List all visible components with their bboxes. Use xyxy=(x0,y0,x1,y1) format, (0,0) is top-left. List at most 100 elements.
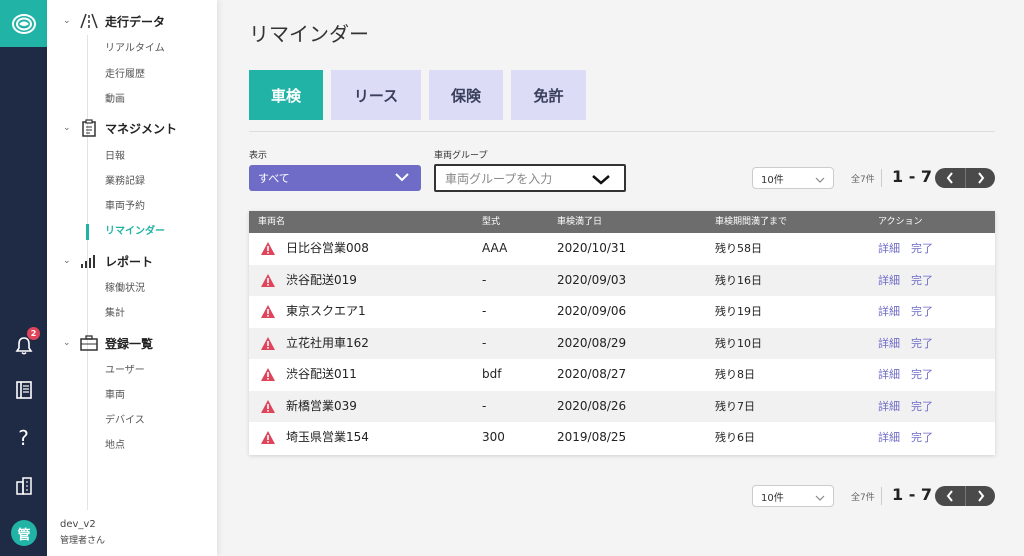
sidebar-item-work-record[interactable]: 業務記録 xyxy=(105,175,145,189)
detail-link[interactable]: 詳細 xyxy=(878,359,900,390)
table-row: 渋谷配送019 - 2020/09/03 残り16日 詳細 完了 xyxy=(249,264,995,296)
sidebar-item-operation-status[interactable]: 稼働状況 xyxy=(105,282,145,296)
help-icon[interactable]: ? xyxy=(0,422,47,454)
tab-license[interactable]: 免許 xyxy=(511,70,586,120)
chevron-down-icon: ⌄ xyxy=(63,338,71,348)
chevron-down-icon xyxy=(592,174,610,188)
sidebar-item-vehicle-reservation[interactable]: 車両予約 xyxy=(105,200,145,214)
cell-expiry-date: 2020/08/29 xyxy=(557,335,627,350)
notification-badge: 2 xyxy=(27,327,40,340)
detail-link[interactable]: 詳細 xyxy=(878,422,900,453)
next-page-button[interactable] xyxy=(965,486,995,506)
separator xyxy=(881,169,882,187)
detail-link[interactable]: 詳細 xyxy=(878,391,900,422)
active-indicator xyxy=(86,224,89,240)
total-count: 全7件 xyxy=(851,175,875,185)
sidebar-item-summary[interactable]: 集計 xyxy=(105,307,125,321)
bar-chart-icon xyxy=(79,251,99,271)
display-filter-label: 表示 xyxy=(249,151,268,161)
page-range-bottom: 1 - 7 xyxy=(892,485,933,504)
chevron-down-icon: ⌄ xyxy=(63,256,71,266)
display-filter-select[interactable]: すべて xyxy=(249,165,421,191)
cell-vehicle-name: 日比谷営業008 xyxy=(286,241,369,255)
briefcase-icon xyxy=(79,333,99,353)
user-name: dev_v2 xyxy=(60,519,96,530)
per-page-select-bottom[interactable]: 10件 xyxy=(752,485,834,507)
sidebar-item-users[interactable]: ユーザー xyxy=(105,364,145,378)
per-page-select[interactable]: 10件 xyxy=(752,167,834,189)
cell-vehicle-name: 埼玉県営業154 xyxy=(286,430,369,444)
cell-expiry-date: 2020/08/27 xyxy=(557,367,627,381)
cell-expiry-date: 2020/09/03 xyxy=(557,272,627,287)
tab-inspection[interactable]: 車検 xyxy=(249,70,323,120)
cell-remaining: 残り8日 xyxy=(715,368,755,381)
chevron-down-icon: ⌄ xyxy=(63,16,71,26)
cell-expiry-date: 2020/08/26 xyxy=(557,398,627,413)
sidebar-item-video[interactable]: 動画 xyxy=(105,93,125,107)
warning-icon xyxy=(260,273,276,288)
sidebar: ⌄ 走行データ リアルタイム 走行履歴 動画 ⌄ マネジメント 日報 業務記録 … xyxy=(47,0,217,556)
cell-model: AAA xyxy=(482,241,508,255)
complete-link[interactable]: 完了 xyxy=(911,359,933,390)
header-vehicle-name: 車両名 xyxy=(258,217,286,227)
warning-icon xyxy=(260,304,276,319)
cell-model: 300 xyxy=(482,430,505,444)
sidebar-item-realtime[interactable]: リアルタイム xyxy=(105,42,165,56)
group-filter-label: 車両グループ xyxy=(434,151,488,161)
detail-link[interactable]: 詳細 xyxy=(878,265,900,296)
warning-icon xyxy=(260,336,276,351)
sidebar-item-locations[interactable]: 地点 xyxy=(105,439,125,453)
detail-link[interactable]: 詳細 xyxy=(878,296,900,327)
divider xyxy=(249,131,995,132)
sidebar-item-daily-report[interactable]: 日報 xyxy=(105,150,125,164)
detail-link[interactable]: 詳細 xyxy=(878,328,900,359)
table-row: 渋谷配送011 bdf 2020/08/27 残り8日 詳細 完了 xyxy=(249,359,995,390)
cell-model: - xyxy=(482,272,487,287)
complete-link[interactable]: 完了 xyxy=(911,391,933,422)
app-logo-icon[interactable] xyxy=(0,0,47,47)
page-range: 1 - 7 xyxy=(892,167,933,186)
sidebar-tree-line xyxy=(87,35,88,510)
cell-vehicle-name: 立花社用車162 xyxy=(286,335,369,350)
sidebar-section-registry[interactable]: ⌄ 登録一覧 xyxy=(63,333,153,353)
complete-link[interactable]: 完了 xyxy=(911,328,933,359)
prev-page-button[interactable] xyxy=(935,486,965,506)
reminder-table: 車両名 型式 車検満了日 車検期間満了まで アクション 日比谷営業008 AAA 2… xyxy=(249,211,995,455)
sidebar-item-driving-history[interactable]: 走行履歴 xyxy=(105,68,145,82)
table-row: 新橋営業039 - 2020/08/26 残り7日 詳細 完了 xyxy=(249,390,995,422)
next-page-button[interactable] xyxy=(965,168,995,188)
complete-link[interactable]: 完了 xyxy=(911,233,933,264)
user-avatar[interactable]: 管 xyxy=(11,520,37,546)
sidebar-item-reminder[interactable]: リマインダー xyxy=(105,225,165,239)
prev-page-button[interactable] xyxy=(935,168,965,188)
table-row: 立花社用車162 - 2020/08/29 残り10日 詳細 完了 xyxy=(249,327,995,359)
cell-vehicle-name: 新橋営業039 xyxy=(286,398,357,413)
page-title: リマインダー xyxy=(249,22,369,46)
group-filter-placeholder: 車両グループを入力 xyxy=(445,171,553,186)
pager-controls-bottom xyxy=(935,486,995,506)
cell-model: - xyxy=(482,335,487,350)
sidebar-item-devices[interactable]: デバイス xyxy=(105,414,145,428)
user-role: 管理者さん xyxy=(60,536,106,546)
notification-bell-icon[interactable]: 2 xyxy=(0,327,47,362)
table-row: 埼玉県営業154 300 2019/08/25 残り6日 詳細 完了 xyxy=(249,422,995,453)
icon-rail: 2 ? 管 xyxy=(0,0,47,556)
complete-link[interactable]: 完了 xyxy=(911,296,933,327)
cell-model: - xyxy=(482,304,487,318)
detail-link[interactable]: 詳細 xyxy=(878,233,900,264)
sidebar-section-management[interactable]: ⌄ マネジメント xyxy=(63,118,177,138)
tab-lease[interactable]: リース xyxy=(331,70,421,120)
group-filter-input[interactable]: 車両グループを入力 xyxy=(434,164,626,192)
sidebar-section-report[interactable]: ⌄ レポート xyxy=(63,251,153,271)
buildings-icon[interactable] xyxy=(0,470,47,502)
tab-insurance[interactable]: 保険 xyxy=(429,70,503,120)
book-icon[interactable] xyxy=(0,374,47,406)
cell-model: bdf xyxy=(482,367,502,381)
complete-link[interactable]: 完了 xyxy=(911,265,933,296)
cell-vehicle-name: 東京スクエア1 xyxy=(286,304,366,318)
cell-vehicle-name: 渋谷配送019 xyxy=(286,272,357,287)
sidebar-item-vehicles[interactable]: 車両 xyxy=(105,389,125,403)
complete-link[interactable]: 完了 xyxy=(911,422,933,453)
sidebar-section-driving-data[interactable]: ⌄ 走行データ xyxy=(63,11,165,31)
table-header: 車両名 型式 車検満了日 車検期間満了まで アクション xyxy=(249,211,995,233)
